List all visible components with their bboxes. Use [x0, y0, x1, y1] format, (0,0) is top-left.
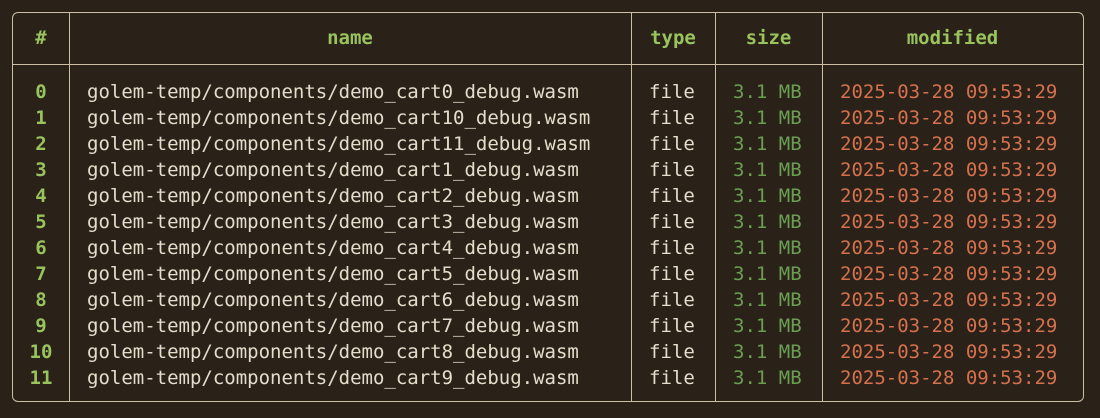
row-modified: 2025-03-28 09:53:29 — [840, 211, 1058, 233]
row-name: golem-temp/components/demo_cart7_debug.w… — [87, 315, 579, 337]
row-type: file — [649, 315, 695, 337]
row-index: 10 — [29, 341, 53, 363]
row-size: 3.1 MB — [733, 341, 802, 363]
table-row[interactable]: 9 golem-temp/components/demo_cart7_debug.… — [13, 313, 1083, 339]
row-index: 6 — [35, 237, 47, 259]
row-type: file — [649, 107, 695, 129]
row-index: 4 — [35, 185, 47, 207]
row-index: 3 — [35, 159, 47, 181]
row-name: golem-temp/components/demo_cart2_debug.w… — [87, 185, 579, 207]
row-name: golem-temp/components/demo_cart1_debug.w… — [87, 159, 579, 181]
row-name: golem-temp/components/demo_cart3_debug.w… — [87, 211, 579, 233]
row-index: 7 — [35, 263, 47, 285]
row-index: 5 — [35, 211, 47, 233]
row-size: 3.1 MB — [733, 159, 802, 181]
row-size: 3.1 MB — [733, 107, 802, 129]
row-name: golem-temp/components/demo_cart0_debug.w… — [87, 81, 579, 103]
row-index: 0 — [35, 81, 47, 103]
row-index: 1 — [35, 107, 47, 129]
row-modified: 2025-03-28 09:53:29 — [840, 263, 1058, 285]
row-type: file — [649, 263, 695, 285]
row-index: 8 — [35, 289, 47, 311]
row-name: golem-temp/components/demo_cart8_debug.w… — [87, 341, 579, 363]
table-row[interactable]: 11 golem-temp/components/demo_cart9_debug… — [13, 365, 1083, 391]
row-size: 3.1 MB — [733, 315, 802, 337]
row-name: golem-temp/components/demo_cart10_debug.… — [87, 107, 591, 129]
row-type: file — [649, 289, 695, 311]
table-row[interactable]: 7 golem-temp/components/demo_cart5_debug.… — [13, 261, 1083, 287]
row-type: file — [649, 367, 695, 389]
row-modified: 2025-03-28 09:53:29 — [840, 237, 1058, 259]
row-index: 2 — [35, 133, 47, 155]
row-type: file — [649, 341, 695, 363]
row-name: golem-temp/components/demo_cart4_debug.w… — [87, 237, 579, 259]
row-type: file — [649, 133, 695, 155]
row-modified: 2025-03-28 09:53:29 — [840, 185, 1058, 207]
row-modified: 2025-03-28 09:53:29 — [840, 315, 1058, 337]
row-name: golem-temp/components/demo_cart6_debug.w… — [87, 289, 579, 311]
row-type: file — [649, 185, 695, 207]
table-row[interactable]: 6 golem-temp/components/demo_cart4_debug.… — [13, 235, 1083, 261]
header-name: name — [327, 27, 373, 49]
row-index: 9 — [35, 315, 47, 337]
table-row[interactable]: 2 golem-temp/components/demo_cart11_debug… — [13, 131, 1083, 157]
row-modified: 2025-03-28 09:53:29 — [840, 289, 1058, 311]
row-name: golem-temp/components/demo_cart11_debug.… — [87, 133, 591, 155]
row-modified: 2025-03-28 09:53:29 — [840, 107, 1058, 129]
row-type: file — [649, 159, 695, 181]
row-size: 3.1 MB — [733, 237, 802, 259]
header-type: type — [650, 27, 696, 49]
table-row[interactable]: 1 golem-temp/components/demo_cart10_debug… — [13, 105, 1083, 131]
table-row[interactable]: 3 golem-temp/components/demo_cart1_debug.… — [13, 157, 1083, 183]
row-size: 3.1 MB — [733, 185, 802, 207]
header-divider — [13, 64, 1083, 65]
row-size: 3.1 MB — [733, 367, 802, 389]
row-modified: 2025-03-28 09:53:29 — [840, 133, 1058, 155]
file-table: # name type size modified 0 golem-temp/co… — [12, 12, 1084, 402]
row-modified: 2025-03-28 09:53:29 — [840, 81, 1058, 103]
row-name: golem-temp/components/demo_cart5_debug.w… — [87, 263, 579, 285]
header-index: # — [35, 27, 47, 49]
row-type: file — [649, 237, 695, 259]
table-row[interactable]: 4 golem-temp/components/demo_cart2_debug.… — [13, 183, 1083, 209]
table-row[interactable]: 8 golem-temp/components/demo_cart6_debug.… — [13, 287, 1083, 313]
row-size: 3.1 MB — [733, 211, 802, 233]
header-modified: modified — [906, 27, 999, 49]
row-modified: 2025-03-28 09:53:29 — [840, 341, 1058, 363]
table-row[interactable]: 5 golem-temp/components/demo_cart3_debug.… — [13, 209, 1083, 235]
row-name: golem-temp/components/demo_cart9_debug.w… — [87, 367, 579, 389]
row-modified: 2025-03-28 09:53:29 — [840, 367, 1058, 389]
row-index: 11 — [29, 367, 53, 389]
row-modified: 2025-03-28 09:53:29 — [840, 159, 1058, 181]
table-row[interactable]: 10 golem-temp/components/demo_cart8_debug… — [13, 339, 1083, 365]
row-size: 3.1 MB — [733, 81, 802, 103]
table-row[interactable]: 0 golem-temp/components/demo_cart0_debug.… — [13, 79, 1083, 105]
row-type: file — [649, 81, 695, 103]
header-size: size — [745, 27, 792, 49]
row-size: 3.1 MB — [733, 289, 802, 311]
row-size: 3.1 MB — [733, 133, 802, 155]
row-type: file — [649, 211, 695, 233]
row-size: 3.1 MB — [733, 263, 802, 285]
